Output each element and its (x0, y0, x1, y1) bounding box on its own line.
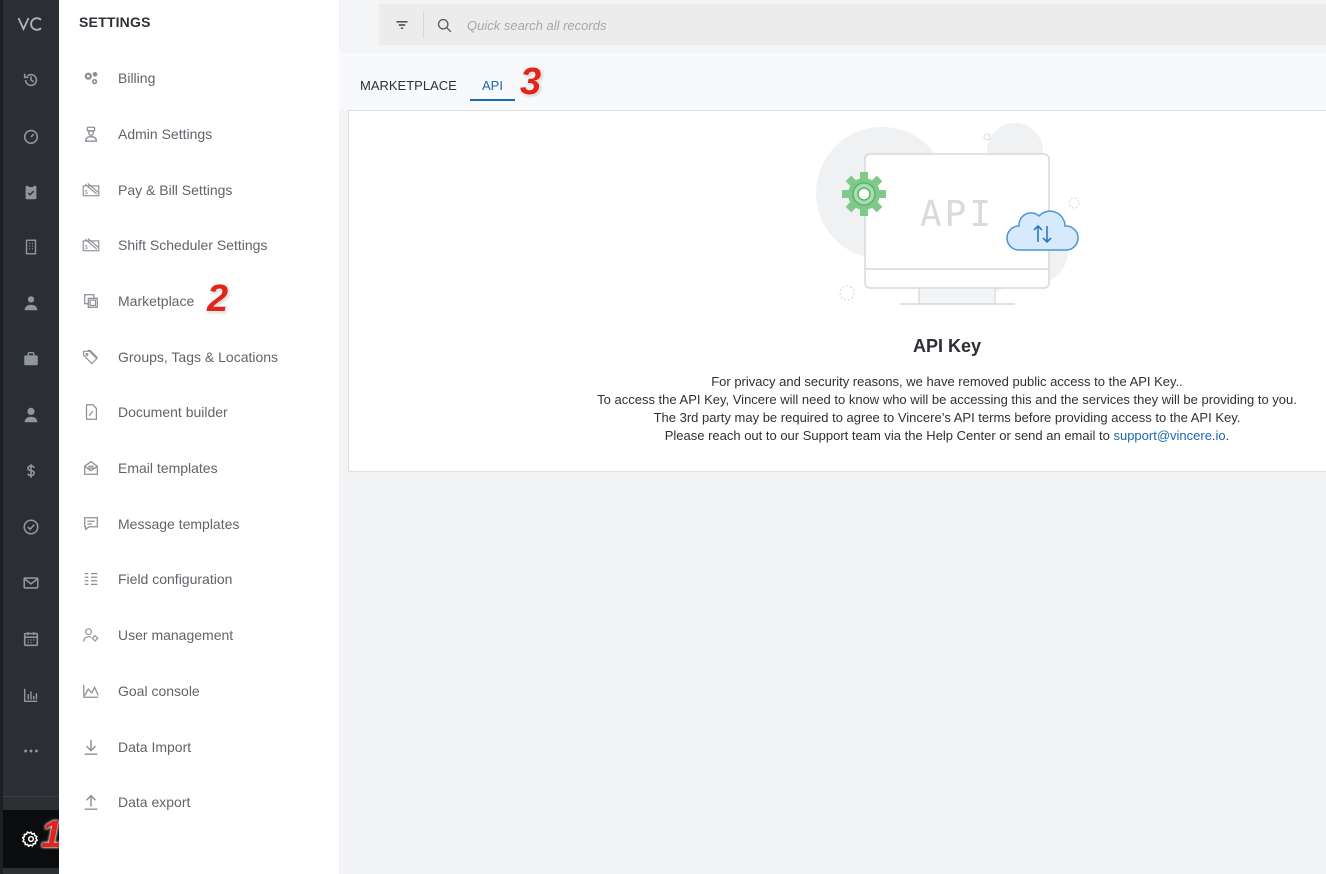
api-key-title: API Key (912, 336, 982, 356)
goal-chart-icon (79, 679, 103, 703)
field-config-icon (79, 567, 103, 591)
briefcase-icon[interactable] (15, 343, 47, 375)
search-separator (423, 12, 424, 38)
support-email-link[interactable]: support@vincere.io (1113, 428, 1225, 443)
api-illustration: API (816, 123, 1080, 305)
api-key-contact-line: Please reach out to our Support team via… (349, 428, 1326, 443)
menu-item-label: Data export (118, 794, 191, 810)
more-icon[interactable] (15, 735, 47, 767)
tag-icon (79, 345, 103, 369)
menu-item-message-templates[interactable]: Message templates (79, 510, 329, 538)
filter-icon[interactable] (389, 12, 415, 38)
menu-item-label: Marketplace (118, 293, 195, 309)
menu-item-label: Admin Settings (118, 126, 213, 142)
document-icon (79, 400, 103, 424)
nav-rail (0, 0, 59, 874)
search-input[interactable] (465, 10, 969, 40)
dashboard-icon[interactable] (15, 120, 47, 152)
marketplace-icon (79, 289, 103, 313)
tab-api[interactable]: API (470, 78, 515, 101)
menu-item-label: Message templates (118, 516, 240, 532)
building-icon[interactable] (15, 231, 47, 263)
history-icon[interactable] (15, 64, 47, 96)
menu-item-pay-bill-settings[interactable]: $ Pay & Bill Settings (79, 176, 329, 204)
download-icon (79, 735, 103, 759)
candidate-icon[interactable] (15, 287, 47, 319)
menu-item-label: Goal console (118, 683, 200, 699)
menu-item-billing[interactable]: Billing (79, 64, 329, 92)
calendar-icon[interactable] (15, 623, 47, 655)
user-gear-icon (79, 623, 103, 647)
menu-item-label: Pay & Bill Settings (118, 182, 233, 198)
menu-item-label: Email templates (118, 460, 218, 476)
clipboard-icon[interactable] (15, 176, 47, 208)
admin-icon (79, 122, 103, 146)
menu-item-label: Groups, Tags & Locations (118, 349, 279, 365)
menu-item-label: Field configuration (118, 571, 233, 587)
step-3-badge: 3 (520, 61, 542, 103)
menu-item-admin-settings[interactable]: Admin Settings (79, 120, 329, 148)
menu-item-label: Shift Scheduler Settings (118, 237, 268, 253)
dollar-icon[interactable] (15, 455, 47, 487)
menu-item-marketplace[interactable]: Marketplace (79, 287, 329, 315)
menu-item-document-builder[interactable]: Document builder (79, 398, 329, 426)
menu-item-goal-console[interactable]: Goal console (79, 677, 329, 705)
rail-divider (3, 796, 59, 797)
menu-item-field-configuration[interactable]: Field configuration (79, 565, 329, 593)
person-icon[interactable] (15, 399, 47, 431)
menu-item-label: Data Import (118, 739, 192, 755)
search-icon[interactable] (433, 14, 455, 36)
menu-item-shift-scheduler-settings[interactable]: $ Shift Scheduler Settings (79, 231, 329, 259)
menu-item-groups-tags-locations[interactable]: Groups, Tags & Locations (79, 343, 329, 371)
email-template-icon (79, 456, 103, 480)
api-key-description-line: The 3rd party may be required to agree t… (653, 410, 1241, 425)
check-circle-icon[interactable] (15, 511, 47, 543)
pay-bill-icon: $ (79, 178, 103, 202)
menu-item-user-management[interactable]: User management (79, 621, 329, 649)
illustration-api-text: API (920, 194, 994, 235)
menu-item-email-templates[interactable]: Email templates (79, 454, 329, 482)
shift-scheduler-icon: $ (79, 233, 103, 257)
api-key-card: API API Key For privacy and security rea… (348, 110, 1326, 472)
tab-marketplace[interactable]: MARKETPLACE (360, 78, 457, 99)
menu-item-label: Document builder (118, 404, 228, 420)
menu-item-label: User management (118, 627, 234, 643)
menu-item-label: Billing (118, 70, 156, 86)
api-key-description-line: For privacy and security reasons, we hav… (711, 374, 1183, 389)
search-bar (379, 4, 1326, 45)
vincere-logo[interactable] (13, 8, 49, 40)
message-icon (79, 512, 103, 536)
api-key-description-line: To access the API Key, Vincere will need… (597, 392, 1297, 407)
tab-bar: MARKETPLACE API 3 (339, 53, 1326, 110)
contact-text-suffix: . (1225, 428, 1230, 443)
upload-icon (79, 790, 103, 814)
bar-chart-icon[interactable] (15, 679, 47, 711)
mail-icon[interactable] (15, 567, 47, 599)
settings-title: SETTINGS (79, 14, 151, 30)
settings-panel: SETTINGS Billing Admin Settings $ Pay & … (59, 0, 339, 874)
step-2-badge: 2 (207, 278, 229, 320)
contact-text: Please reach out to our Support team via… (664, 428, 1114, 443)
menu-item-data-export[interactable]: Data export (79, 788, 329, 816)
menu-item-data-import[interactable]: Data Import (79, 733, 329, 761)
main-content: MARKETPLACE API 3 API API Key For privac… (339, 45, 1326, 874)
gears-icon (79, 66, 103, 90)
